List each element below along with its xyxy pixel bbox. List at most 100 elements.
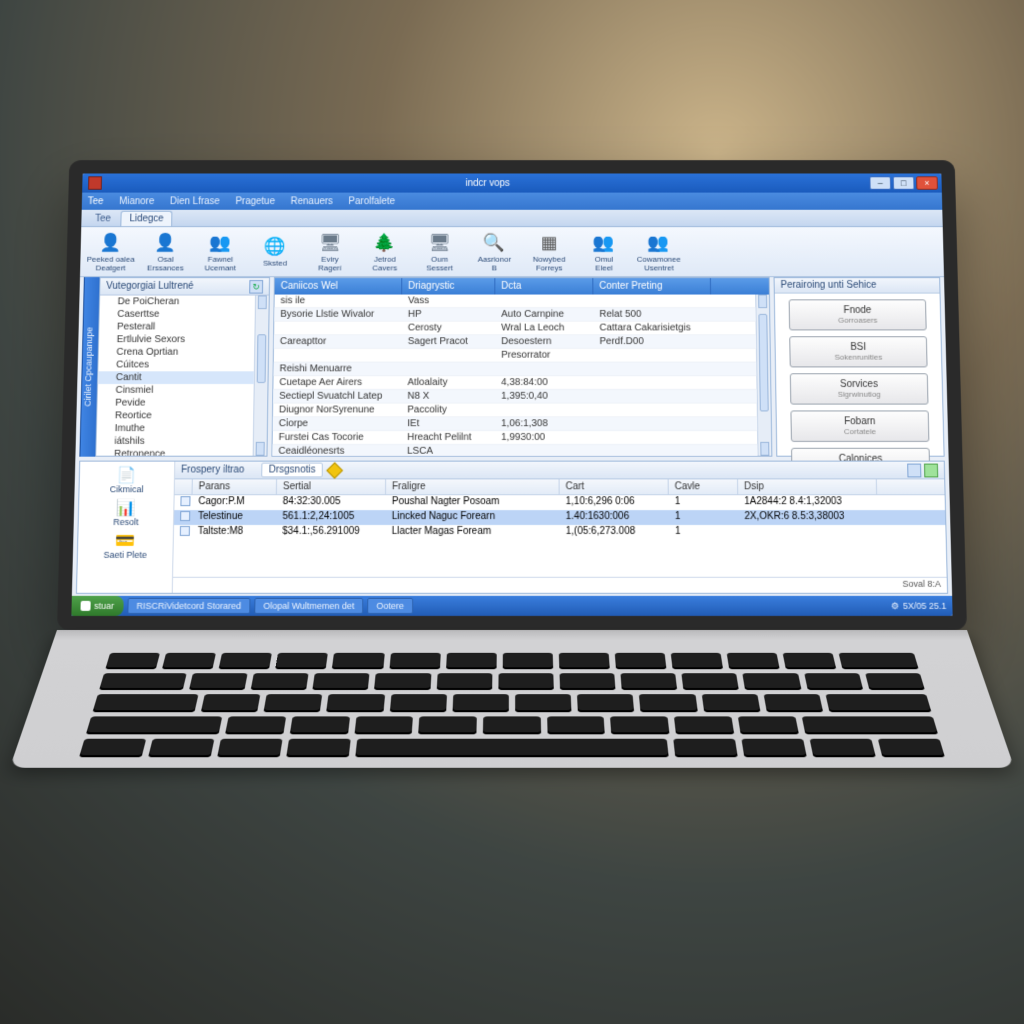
column-header[interactable]: Dcta — [495, 278, 593, 294]
toolbar-button[interactable]: 👥FawnelUcemant — [194, 229, 248, 275]
menu-item[interactable]: Tee — [88, 196, 104, 207]
action-button-sublabel: Sigrwinutiog — [838, 390, 881, 399]
taskbar-task[interactable]: RISCRiVidetcord Storared — [127, 598, 250, 614]
toolbar-button[interactable]: 👥CowamoneeUsentret — [632, 229, 685, 275]
tree-item[interactable]: De PoiCheran — [100, 296, 255, 309]
toolbar-button[interactable]: 🖥EviryRagerí — [303, 229, 356, 275]
table-row[interactable]: Sectiepl Svuatchl LatepN8 X1,395:0,40 — [273, 390, 757, 404]
tree-item[interactable]: Pesterall — [99, 321, 254, 334]
column-header[interactable]: Conter Preting — [593, 278, 711, 294]
left-pane-header: Vutegorgiai Lultrené ↻ — [100, 278, 269, 295]
table-row[interactable]: sis ileVass — [274, 295, 755, 309]
tree-item[interactable]: Reortice — [97, 409, 253, 422]
menu-item[interactable]: Dien Lfrase — [170, 196, 220, 207]
table-row[interactable]: CerostyWral La LeochCattara Cakarisietgi… — [274, 322, 756, 336]
toolbar-button[interactable]: 👤Peeked oaleaDeatgert — [84, 229, 138, 275]
menu-item[interactable]: Pragetue — [235, 196, 275, 207]
refresh-icon[interactable]: ↻ — [249, 280, 263, 294]
menu-item[interactable]: Mianore — [119, 196, 154, 207]
start-button[interactable]: stuar — [71, 596, 123, 616]
toolbar-button[interactable]: 🌐Sksted — [249, 229, 302, 275]
tree-item[interactable]: Ertlulvie Sexors — [99, 333, 255, 346]
table-row[interactable]: CeaidléonesrtsLSCA — [272, 445, 757, 456]
column-header[interactable]: Fraligre — [386, 479, 560, 494]
screen: indcr vops – □ × TeeMianoreDien LfrasePr… — [71, 173, 952, 615]
tray-icon[interactable]: ⚙ — [891, 600, 899, 611]
monitor2-icon: 🖥 — [428, 231, 452, 254]
bottom-nav-button[interactable]: 💳Saeti Plete — [85, 531, 165, 560]
table-cell: 1 — [669, 510, 739, 525]
column-header[interactable]: Parans — [193, 479, 278, 494]
tree-item[interactable]: Crena Oprtian — [99, 346, 255, 359]
bottom-nav-label: Saeti Plete — [103, 550, 147, 560]
bottom-nav-button[interactable]: 📄Cikmical — [87, 466, 167, 495]
table-row[interactable]: Presorrator — [274, 349, 756, 363]
menu-item[interactable]: Parolfalete — [348, 196, 395, 207]
close-button[interactable]: × — [916, 176, 938, 189]
bottom-nav-button[interactable]: 📊Resolt — [86, 498, 166, 527]
table-row[interactable]: Diugnor NorSyrenunePaccolity — [273, 404, 757, 418]
tree-item[interactable]: Cantit — [98, 371, 254, 384]
table-cell — [495, 445, 594, 456]
bottom-nav-label: Cikmical — [110, 484, 144, 494]
tool-icon[interactable] — [907, 463, 921, 477]
table-row[interactable]: Telestinue561.1:2,24:1005Lincked Naguc F… — [174, 510, 945, 525]
action-button[interactable]: FobarnCortatele — [790, 410, 929, 441]
tree-item[interactable]: iátshils — [96, 435, 253, 448]
taskbar-task[interactable]: Ootere — [367, 598, 413, 614]
column-header[interactable]: Dsip — [738, 479, 877, 494]
table-row[interactable]: Furstei Cas TocorieHreacht Pelilnt1,9930… — [273, 431, 758, 445]
scrollbar-vertical[interactable] — [755, 295, 771, 456]
table-cell: Telestinue — [192, 510, 277, 525]
column-header[interactable]: Cavle — [669, 479, 739, 494]
scrollbar-vertical[interactable] — [253, 296, 269, 456]
tree-item[interactable]: Caserttse — [99, 308, 254, 321]
toolbar-button-label: OsalErssances — [147, 256, 184, 272]
tree-item[interactable]: Pevide — [97, 397, 253, 410]
table-row[interactable]: CiorpeIEt1,06:1,308 — [273, 417, 757, 431]
table-cell — [402, 349, 496, 362]
tab-active[interactable]: Lidegce — [120, 211, 172, 226]
maximize-button[interactable]: □ — [893, 176, 915, 189]
action-button[interactable]: BSISokenrunities — [789, 336, 927, 367]
column-header[interactable]: Sertial — [277, 479, 386, 494]
tree-item[interactable]: Retronence — [96, 448, 253, 456]
toolbar-button[interactable]: 🖥OumSessert — [413, 229, 466, 275]
nav-tree[interactable]: De PoiCheranCaserttsePesterallErtlulvie … — [96, 296, 255, 456]
column-header[interactable]: Caniicos Wel — [275, 278, 403, 294]
minimize-button[interactable]: – — [869, 176, 891, 189]
toolbar-button[interactable]: 👥OmulEleel — [577, 229, 630, 275]
table-cell: HP — [402, 308, 495, 321]
table-row[interactable]: Cagor:P.M84:32:30.005Poushal Nagter Poso… — [174, 495, 945, 510]
table-row[interactable]: Cuetape Aer AirersAtloalaity4,38:84:00 — [273, 376, 756, 390]
table-row[interactable]: Reishi Menuarre — [274, 363, 757, 377]
taskbar-task[interactable]: Olopal Wultmemen det — [254, 598, 363, 614]
window-title: indcr vops — [465, 178, 509, 189]
table-row[interactable]: CareapttorSagert PracotDesoesternPerdf.D… — [274, 335, 756, 349]
menu-item[interactable]: Renauers — [291, 196, 333, 207]
toolbar-button[interactable]: 🔍AasrionorB — [468, 229, 521, 275]
tree-item[interactable]: Cúitces — [98, 359, 254, 372]
bottom-tab[interactable]: Drsgsnotis — [262, 463, 323, 478]
tab-inactive[interactable]: Tee — [87, 212, 119, 226]
column-header[interactable]: Driagrystic — [402, 278, 495, 294]
grid-body[interactable]: sis ileVassBysorie Llstie WivalorHPAuto … — [272, 295, 757, 456]
action-button[interactable]: SorvicesSigrwinutiog — [790, 373, 929, 404]
toolbar-button[interactable]: 🌲JetrodCavers — [358, 229, 411, 275]
tool-icon-green[interactable] — [924, 463, 938, 477]
toolbar-button[interactable]: 👤OsalErssances — [139, 229, 193, 275]
magnifier-icon: 🔍 — [483, 231, 506, 254]
column-header[interactable] — [175, 479, 193, 494]
table-cell — [594, 404, 713, 417]
bottom-grid-body[interactable]: Cagor:P.M84:32:30.005Poushal Nagter Poso… — [173, 495, 947, 577]
action-button[interactable]: FnodeGorroasers — [789, 299, 927, 330]
toolbar-button[interactable]: ▦NowybedForreys — [523, 229, 576, 275]
column-header[interactable]: Cart — [560, 479, 669, 494]
table-row[interactable]: Taltste:M8$34.1:,56.291009Llacter Magas … — [174, 525, 946, 540]
tree-item[interactable]: Imuthe — [97, 422, 253, 435]
menu-bar: Tee Mianore Dien Lfrase Pragetue Renauers Par… — [82, 193, 943, 210]
taskbar: stuar RISCRiVidetcord StoraredOlopal Wul… — [71, 596, 952, 616]
tree-item[interactable]: Cinsmiel — [98, 384, 254, 397]
table-cell: 2X,OKR:6 8.5:3,38003 — [738, 510, 877, 525]
table-row[interactable]: Bysorie Llstie WivalorHPAuto CarnpineRel… — [274, 308, 755, 322]
